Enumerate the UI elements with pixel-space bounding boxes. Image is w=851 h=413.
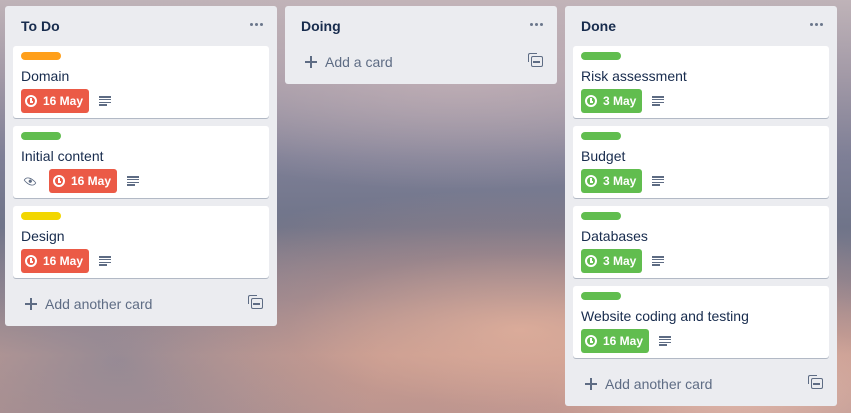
due-date-text: 16 May — [71, 174, 112, 188]
clock-icon — [25, 255, 37, 267]
list-title[interactable]: Doing — [301, 18, 341, 34]
card-domain[interactable]: Domain 16 May — [13, 46, 269, 118]
card-template-icon[interactable] — [248, 295, 263, 309]
card-badges: 16 May — [21, 169, 261, 193]
list-todo: To Do Domain 16 May Initial content 16 M… — [5, 6, 277, 326]
add-card-button[interactable]: Add a card — [289, 44, 553, 80]
card-badges: 3 May — [581, 169, 821, 193]
card-badges: 16 May — [21, 249, 261, 273]
due-date-text: 3 May — [603, 94, 637, 108]
due-date-badge[interactable]: 16 May — [49, 169, 118, 193]
due-date-badge[interactable]: 16 May — [581, 329, 650, 353]
card-title: Budget — [581, 148, 626, 164]
list-header: Doing — [285, 6, 557, 46]
card-label — [581, 132, 621, 140]
card-badges: 16 May — [581, 329, 821, 353]
card-badges: 16 May — [21, 89, 261, 113]
clock-icon — [585, 255, 597, 267]
card-title: Website coding and testing — [581, 308, 749, 324]
list-done: Done Risk assessment 3 May Budget 3 May … — [565, 6, 837, 406]
clock-icon — [585, 175, 597, 187]
card-title: Risk assessment — [581, 68, 687, 84]
card-template-icon[interactable] — [528, 53, 543, 67]
card-label — [581, 292, 621, 300]
card-title: Design — [21, 228, 65, 244]
card-badges: 3 May — [581, 249, 821, 273]
list-header: To Do — [5, 6, 277, 46]
description-icon — [659, 336, 672, 346]
list-header: Done — [565, 6, 837, 46]
card-title: Domain — [21, 68, 70, 84]
description-icon — [652, 96, 665, 106]
description-icon — [99, 96, 112, 106]
due-date-text: 16 May — [43, 254, 84, 268]
add-card-button[interactable]: Add another card — [569, 366, 833, 402]
card-budget[interactable]: Budget 3 May — [573, 126, 829, 198]
add-card-label: Add another card — [605, 376, 713, 392]
clock-icon — [585, 335, 597, 347]
due-date-text: 3 May — [603, 174, 637, 188]
clock-icon — [25, 95, 37, 107]
due-date-badge[interactable]: 16 May — [21, 249, 90, 273]
plus-icon — [305, 56, 317, 68]
card-risk-assessment[interactable]: Risk assessment 3 May — [573, 46, 829, 118]
card-title: Databases — [581, 228, 648, 244]
due-date-text: 3 May — [603, 254, 637, 268]
card-website-coding[interactable]: Website coding and testing 16 May — [573, 286, 829, 358]
list-menu-icon[interactable] — [805, 14, 827, 34]
add-card-button[interactable]: Add another card — [9, 286, 273, 322]
card-label — [581, 52, 621, 60]
list-title[interactable]: Done — [581, 18, 616, 34]
add-card-label: Add a card — [325, 54, 393, 70]
description-icon — [652, 256, 665, 266]
list-menu-icon[interactable] — [525, 14, 547, 34]
card-design[interactable]: Design 16 May — [13, 206, 269, 278]
due-date-badge[interactable]: 16 May — [21, 89, 90, 113]
card-databases[interactable]: Databases 3 May — [573, 206, 829, 278]
due-date-badge[interactable]: 3 May — [581, 249, 643, 273]
clock-icon — [53, 175, 65, 187]
card-initial-content[interactable]: Initial content 16 May — [13, 126, 269, 198]
card-title: Initial content — [21, 148, 104, 164]
add-card-label: Add another card — [45, 296, 153, 312]
card-badges: 3 May — [581, 89, 821, 113]
card-label — [21, 132, 61, 140]
list-menu-icon[interactable] — [245, 14, 267, 34]
description-icon — [127, 176, 140, 186]
due-date-text: 16 May — [603, 334, 644, 348]
due-date-badge[interactable]: 3 May — [581, 89, 643, 113]
list-doing: Doing Add a card — [285, 6, 557, 84]
plus-icon — [25, 298, 37, 310]
due-date-text: 16 May — [43, 94, 84, 108]
list-title[interactable]: To Do — [21, 18, 60, 34]
card-label — [21, 212, 61, 220]
card-template-icon[interactable] — [808, 375, 823, 389]
clock-icon — [585, 95, 597, 107]
description-icon — [652, 176, 665, 186]
due-date-badge[interactable]: 3 May — [581, 169, 643, 193]
description-icon — [99, 256, 112, 266]
eye-icon — [23, 174, 37, 188]
card-label — [21, 52, 61, 60]
card-label — [581, 212, 621, 220]
plus-icon — [585, 378, 597, 390]
